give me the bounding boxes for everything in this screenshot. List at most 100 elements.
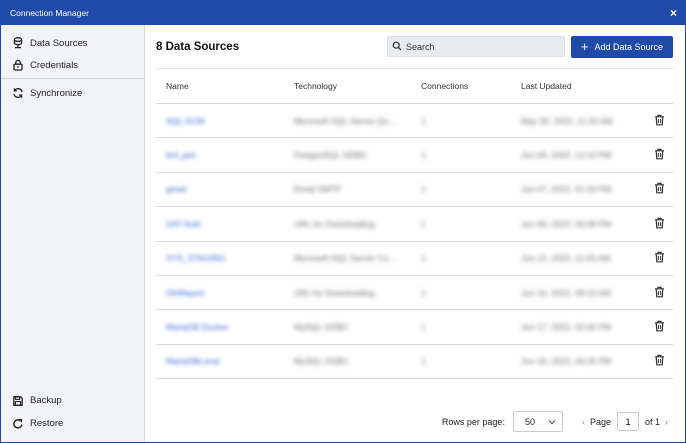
- data-source-link[interactable]: MariaDBLocal: [166, 356, 219, 366]
- cell-connections: 1: [411, 207, 511, 241]
- cell-actions: [633, 275, 673, 309]
- trash-icon[interactable]: [654, 217, 665, 229]
- table-row[interactable]: gmail Email SMTP 1 Jun 07, 2022, 01:20 PM: [156, 172, 673, 207]
- data-source-link[interactable]: OHReport: [166, 288, 204, 298]
- cell-technology: MySQL ODBC: [284, 344, 411, 378]
- cell-last-updated: Jun 12, 2022, 11:03 AM: [511, 241, 633, 275]
- page-number-input[interactable]: [616, 412, 639, 431]
- cell-technology: Email SMTP: [284, 172, 411, 206]
- cell-technology: PostgreSQL ODBC: [284, 138, 411, 172]
- sidebar-item-credentials[interactable]: Credentials: [1, 54, 144, 76]
- toolbar: 8 Data Sources + Add Data Source: [156, 25, 673, 68]
- cell-last-updated: Jun 17, 2022, 02:40 PM: [511, 310, 633, 344]
- cell-actions: [633, 172, 673, 206]
- sidebar-item-label: Synchronize: [30, 87, 83, 99]
- last-updated-value: Jun 09, 2022, 03:39 PM: [521, 218, 612, 229]
- next-page-icon[interactable]: ›: [665, 417, 668, 427]
- column-header-last-updated[interactable]: Last Updated: [511, 69, 633, 104]
- database-icon: [11, 36, 25, 50]
- cell-last-updated: Jun 18, 2022, 04:26 PM: [511, 344, 633, 378]
- search-input[interactable]: [406, 41, 556, 52]
- connections-value: 1: [421, 356, 426, 367]
- column-header-connections[interactable]: Connections: [411, 69, 511, 104]
- connections-value: 1: [421, 184, 426, 195]
- cell-connections: 1: [411, 138, 511, 172]
- cell-name: bnf_pec: [156, 138, 284, 172]
- data-source-link[interactable]: MariaDB Docker: [166, 322, 228, 332]
- data-source-link[interactable]: bnf_pec: [166, 150, 196, 160]
- restore-icon: [11, 417, 25, 431]
- cell-technology: URL for Downloading: [284, 207, 411, 241]
- trash-icon[interactable]: [654, 148, 665, 160]
- sidebar: Data Sources Credentials Synchronize Bac…: [1, 25, 145, 442]
- page-label: Page: [589, 416, 611, 427]
- page-count-label: of 1: [644, 416, 660, 427]
- technology-value: MySQL ODBC: [294, 356, 349, 367]
- data-source-link[interactable]: SAT Auth: [166, 219, 201, 229]
- trash-icon[interactable]: [654, 320, 665, 332]
- add-data-source-button[interactable]: + Add Data Source: [571, 35, 673, 58]
- prev-page-icon[interactable]: ‹: [582, 417, 585, 427]
- cell-actions: [633, 310, 673, 344]
- sync-icon: [11, 86, 25, 100]
- cell-technology: MySQL ODBC: [284, 310, 411, 344]
- trash-icon[interactable]: [654, 251, 665, 263]
- plus-icon: +: [580, 39, 589, 54]
- cell-connections: 1: [411, 172, 511, 206]
- connections-value: 1: [421, 253, 426, 264]
- trash-icon[interactable]: [654, 286, 665, 298]
- technology-value: MySQL ODBC: [294, 322, 349, 333]
- cell-actions: [633, 104, 673, 138]
- window-title: Connection Manager: [10, 8, 89, 18]
- search-icon: [392, 41, 402, 53]
- cell-actions: [633, 241, 673, 275]
- last-updated-value: Jun 13, 2022, 09:13 AM: [521, 287, 611, 298]
- cell-name: OHReport: [156, 275, 284, 309]
- cell-name: MariaDBLocal: [156, 344, 284, 378]
- connections-value: 1: [421, 115, 426, 126]
- column-header-technology[interactable]: Technology: [284, 69, 411, 104]
- chevron-down-icon: [548, 417, 556, 427]
- data-source-link[interactable]: SYS_STAGING: [166, 253, 225, 263]
- table-row[interactable]: SYS_STAGING Microsoft SQL Server Co... 1 Ju…: [156, 241, 673, 276]
- cell-name: gmail: [156, 172, 284, 206]
- sidebar-item-synchronize[interactable]: Synchronize: [1, 82, 144, 104]
- close-icon[interactable]: ×: [670, 6, 677, 20]
- add-data-source-label: Add Data Source: [594, 41, 664, 52]
- technology-value: Microsoft SQL Server Co...: [294, 253, 396, 264]
- last-updated-value: May 30, 2022, 11:20 AM: [521, 115, 613, 126]
- search-box[interactable]: [387, 36, 565, 57]
- technology-value: URL for Downloading: [294, 218, 375, 229]
- table-row[interactable]: MariaDB Docker MySQL ODBC 1 Jun 17, 2022, 0…: [156, 310, 673, 345]
- table-row[interactable]: OHReport URL for Downloading 1 Jun 13, 2022…: [156, 275, 673, 310]
- rows-per-page-select[interactable]: 50: [512, 411, 563, 432]
- table-row[interactable]: MariaDBLocal MySQL ODBC 1 Jun 18, 2022, 04:…: [156, 344, 673, 379]
- last-updated-value: Jun 04, 2022, 12:10 PM: [521, 150, 612, 161]
- table-row[interactable]: bnf_pec PostgreSQL ODBC 1 Jun 04, 2022, 12:…: [156, 138, 673, 173]
- rows-per-page-value: 50: [524, 416, 535, 427]
- data-source-link[interactable]: gmail: [166, 184, 186, 194]
- trash-icon[interactable]: [654, 182, 665, 194]
- page-title: 8 Data Sources: [156, 40, 240, 53]
- cell-connections: 1: [411, 344, 511, 378]
- technology-value: Microsoft SQL Server Qu...: [294, 115, 396, 126]
- cell-actions: [633, 207, 673, 241]
- last-updated-value: Jun 18, 2022, 04:26 PM: [521, 356, 612, 367]
- connections-value: 1: [421, 322, 426, 333]
- table-row[interactable]: SAT Auth URL for Downloading 1 Jun 09, 2022…: [156, 207, 673, 242]
- column-header-name[interactable]: Name: [156, 69, 284, 104]
- sidebar-item-label: Data Sources: [30, 37, 88, 49]
- data-source-link[interactable]: SQL DCM: [166, 116, 204, 126]
- cell-actions: [633, 138, 673, 172]
- cell-last-updated: Jun 13, 2022, 09:13 AM: [511, 275, 633, 309]
- sidebar-item-restore[interactable]: Restore: [1, 412, 144, 435]
- trash-icon[interactable]: [654, 354, 665, 366]
- last-updated-value: Jun 12, 2022, 11:03 AM: [521, 253, 611, 264]
- connections-value: 1: [421, 218, 426, 229]
- data-sources-table: Name Technology Connections Last Updated…: [156, 68, 673, 379]
- sidebar-item-backup[interactable]: Backup: [1, 389, 144, 412]
- table-header-row: Name Technology Connections Last Updated: [156, 68, 673, 104]
- table-row[interactable]: SQL DCM Microsoft SQL Server Qu... 1 May 30…: [156, 104, 673, 138]
- sidebar-item-data-sources[interactable]: Data Sources: [1, 32, 144, 54]
- trash-icon[interactable]: [654, 114, 665, 126]
